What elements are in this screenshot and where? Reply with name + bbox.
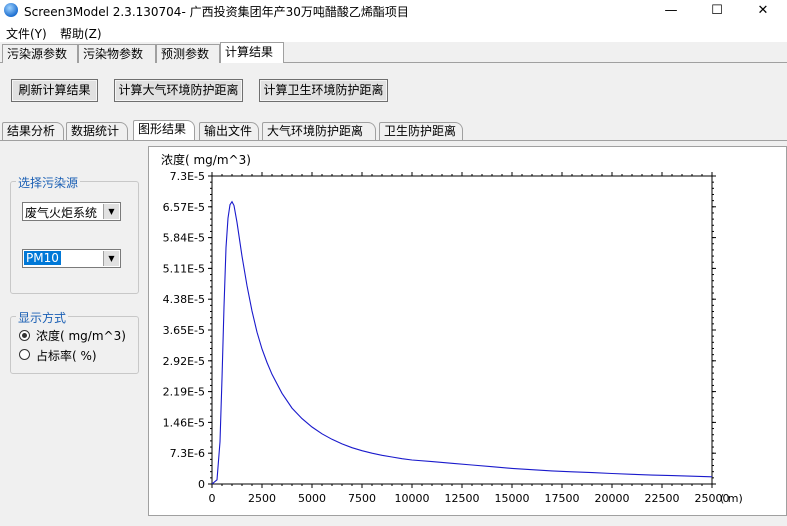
window-title: Screen3Model 2.3.130704- 广西投资集团年产30万吨醋酸乙… [24, 5, 409, 19]
source-group-title: 选择污染源 [16, 174, 81, 191]
tab-source-params[interactable]: 污染源参数 [2, 44, 78, 63]
subtab-statistics[interactable]: 数据统计 [66, 122, 128, 140]
refresh-results-button[interactable]: 刷新计算结果 [11, 79, 98, 102]
tab-results[interactable]: 计算结果 [220, 42, 284, 63]
subtab-analysis[interactable]: 结果分析 [2, 122, 64, 140]
app-icon [4, 3, 18, 17]
y-axis-label: 浓度( mg/m^3) [161, 152, 251, 167]
radio-percent-label: 占标率( %) [36, 349, 97, 363]
source-dropdown-value: 废气火炬系统 [25, 206, 98, 220]
y-tick-label: 3.65E-5 [163, 324, 205, 337]
y-tick-label: 2.19E-5 [163, 386, 205, 399]
subtab-graph[interactable]: 图形结果 [133, 120, 195, 140]
plot-area [211, 175, 713, 485]
pollutant-dropdown[interactable]: PM10 ▼ [22, 249, 121, 268]
concentration-chart: 0 7.3E-6 1.46E-5 2.19E-5 2.92E-5 3.65E-5 4.38E… [161, 152, 743, 505]
subtab-health-distance[interactable]: 卫生防护距离 [379, 122, 463, 140]
y-tick-label: 0 [198, 478, 205, 491]
chevron-down-icon[interactable]: ▼ [103, 204, 119, 219]
x-tick-label: 15000 [495, 492, 530, 505]
chevron-down-icon[interactable]: ▼ [103, 251, 119, 266]
radio-percent[interactable] [19, 349, 30, 360]
x-tick-label: 0 [209, 492, 216, 505]
tab-predict-params[interactable]: 预测参数 [156, 44, 220, 63]
radio-concentration-label: 浓度( mg/m^3) [36, 329, 126, 343]
menu-bar: 文件(Y) 帮助(Z) [0, 22, 787, 42]
minimize-button[interactable]: — [648, 0, 694, 22]
subtab-output-file[interactable]: 输出文件 [199, 122, 259, 140]
y-tick-label: 7.3E-6 [170, 447, 205, 460]
y-tick-label: 5.11E-5 [163, 262, 205, 275]
calc-health-distance-button[interactable]: 计算卫生环境防护距离 [259, 79, 388, 102]
y-tick-label: 4.38E-5 [163, 293, 205, 306]
x-axis-unit-label: ( m) [720, 492, 743, 505]
x-tick-label: 12500 [445, 492, 480, 505]
maximize-button[interactable]: ☐ [694, 0, 740, 22]
x-tick-label: 22500 [645, 492, 680, 505]
menu-help[interactable]: 帮助(Z) [60, 25, 102, 42]
y-tick-label: 1.46E-5 [163, 416, 205, 429]
source-dropdown[interactable]: 废气火炬系统 ▼ [22, 202, 121, 221]
x-tick-label: 10000 [395, 492, 430, 505]
subtab-atmospheric-distance[interactable]: 大气环境防护距离 [262, 122, 376, 140]
tab-pollutant-params[interactable]: 污染物参数 [78, 44, 156, 63]
source-select-group [10, 181, 139, 294]
display-group-title: 显示方式 [16, 309, 69, 326]
x-tick-label: 2500 [248, 492, 276, 505]
chart-panel: 0 7.3E-6 1.46E-5 2.19E-5 2.92E-5 3.65E-5 4.38E… [148, 146, 787, 516]
x-tick-label: 20000 [595, 492, 630, 505]
y-tick-label: 2.92E-5 [163, 355, 205, 368]
calc-atmospheric-distance-button[interactable]: 计算大气环境防护距离 [114, 79, 243, 102]
y-tick-label: 6.57E-5 [163, 201, 205, 214]
title-bar: Screen3Model 2.3.130704- 广西投资集团年产30万吨醋酸乙… [0, 0, 787, 22]
y-tick-label: 7.3E-5 [170, 170, 205, 183]
subtab-strip-line [0, 140, 787, 141]
radio-concentration[interactable] [19, 330, 30, 341]
menu-file[interactable]: 文件(Y) [6, 25, 47, 42]
pollutant-dropdown-value: PM10 [24, 251, 61, 265]
y-tick-label: 5.84E-5 [163, 232, 205, 245]
x-tick-label: 5000 [298, 492, 326, 505]
x-tick-label: 7500 [348, 492, 376, 505]
close-button[interactable]: ✕ [740, 0, 786, 22]
x-tick-label: 17500 [545, 492, 580, 505]
